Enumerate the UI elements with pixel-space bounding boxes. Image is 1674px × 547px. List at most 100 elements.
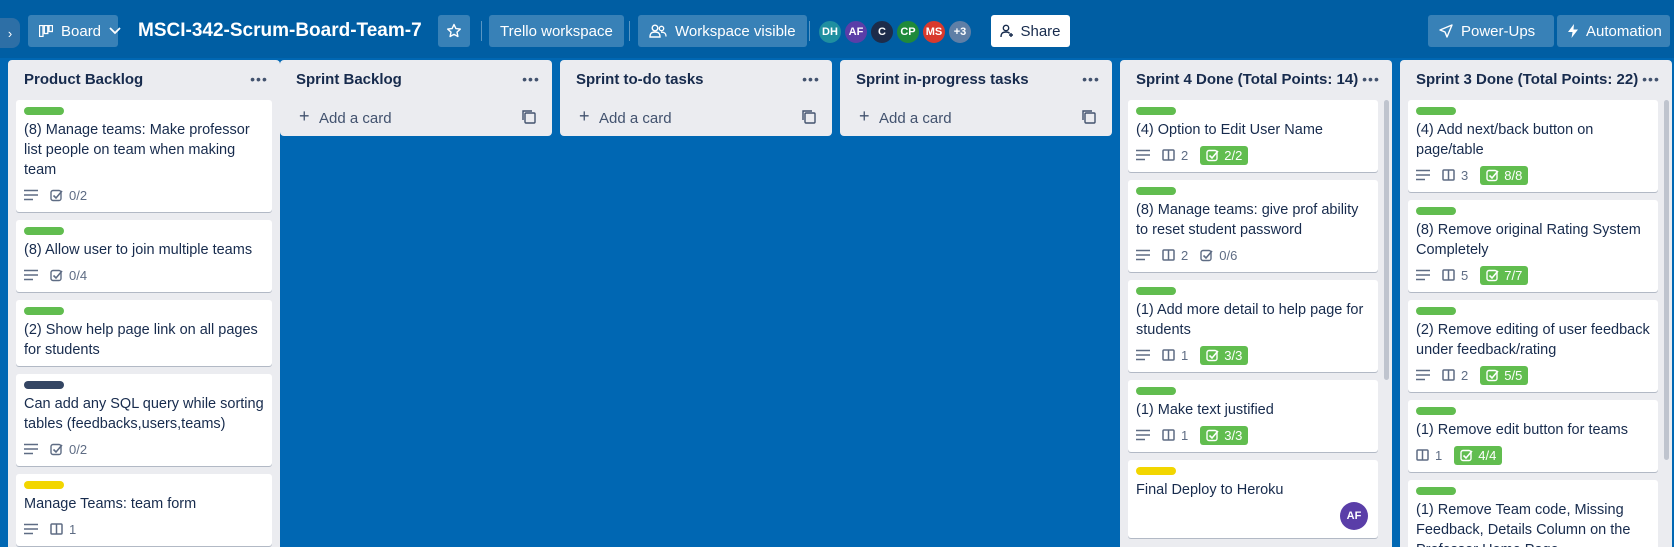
card[interactable]: (1) Make text justified 1 3/3 <box>1128 380 1378 452</box>
card[interactable]: (8) Manage teams: Make professor list pe… <box>16 100 272 212</box>
card-title: (4) Add next/back button on page/table <box>1416 122 1594 158</box>
card[interactable]: (2) Show help page link on all pages for… <box>16 300 272 366</box>
list-menu-button[interactable]: ••• <box>248 68 270 90</box>
card[interactable]: (1) Remove Team code, Missing Feedback, … <box>1408 480 1658 547</box>
list-sprint-4-done: Sprint 4 Done (Total Points: 14) ••• (4)… <box>1120 60 1392 547</box>
card-title: (2) Remove editing of user feedback unde… <box>1416 322 1650 358</box>
card-label[interactable] <box>24 481 64 489</box>
card-title: (4) Option to Edit User Name <box>1136 122 1323 138</box>
card[interactable]: (8) Allow user to join multiple teams 0/… <box>16 220 272 292</box>
share-button[interactable]: Share <box>991 15 1070 47</box>
card-template-icon[interactable] <box>1082 110 1096 128</box>
list-title[interactable]: Sprint 3 Done (Total Points: 22) <box>1416 71 1638 88</box>
card-badges: 2 5/5 <box>1416 364 1650 386</box>
card[interactable]: (8) Manage teams: give prof ability to r… <box>1128 180 1378 272</box>
more-members-button[interactable]: +3 <box>947 19 973 45</box>
header-divider <box>481 21 482 41</box>
card-label[interactable] <box>1136 287 1176 295</box>
attachment-badge: 1 <box>1162 428 1188 443</box>
list-title[interactable]: Sprint to-do tasks <box>576 71 704 88</box>
card-badges: 1 <box>24 518 264 540</box>
add-card-button[interactable]: + Add a card <box>280 100 552 136</box>
card-title: (1) Remove edit button for teams <box>1416 422 1628 438</box>
star-board-button[interactable] <box>438 15 470 47</box>
attachment-badge: 2 <box>1162 248 1188 263</box>
attachment-badge: 2 <box>1162 148 1188 163</box>
power-ups-label: Power-Ups <box>1461 22 1536 40</box>
card[interactable]: (2) Remove editing of user feedback unde… <box>1408 300 1658 392</box>
board-view-switcher[interactable]: Board <box>28 15 121 47</box>
description-icon <box>24 523 38 535</box>
book-icon <box>1162 349 1175 361</box>
member-avatar[interactable]: MS <box>921 19 947 45</box>
description-icon <box>24 269 38 281</box>
list-header: Sprint 4 Done (Total Points: 14) ••• <box>1120 60 1392 100</box>
star-icon <box>447 23 461 38</box>
card-label[interactable] <box>1416 487 1456 495</box>
card-badges: 2 0/6 <box>1136 244 1370 266</box>
card-label[interactable] <box>1416 107 1456 115</box>
card-label[interactable] <box>24 227 64 235</box>
list-menu-button[interactable]: ••• <box>1360 68 1382 90</box>
attachment-badge: 3 <box>1442 168 1468 183</box>
list-menu-button[interactable]: ••• <box>800 68 822 90</box>
list-title[interactable]: Sprint 4 Done (Total Points: 14) <box>1136 71 1358 88</box>
list-menu-button[interactable]: ••• <box>1640 68 1662 90</box>
visibility-label: Workspace visible <box>675 22 796 40</box>
card-title: Final Deploy to Heroku <box>1136 482 1284 498</box>
ellipsis-icon: ••• <box>522 71 540 87</box>
rocket-icon <box>1439 24 1453 38</box>
checkbox-icon <box>1486 169 1499 181</box>
card-label[interactable] <box>24 107 64 115</box>
workspace-button[interactable]: Trello workspace <box>489 15 624 47</box>
add-card-button[interactable]: + Add a card <box>840 100 1112 136</box>
card-label[interactable] <box>1416 307 1456 315</box>
card[interactable]: Manage Teams: team form 1 <box>16 474 272 546</box>
list-title[interactable]: Sprint Backlog <box>296 71 402 88</box>
card-member-avatar[interactable]: AF <box>1340 502 1368 530</box>
card[interactable]: (1) Remove edit button for teams 1 4/4 <box>1408 400 1658 472</box>
card-label[interactable] <box>1416 207 1456 215</box>
card-title: Manage Teams: team form <box>24 496 197 512</box>
automation-button[interactable]: Automation <box>1557 15 1670 47</box>
book-icon <box>1162 429 1175 441</box>
checklist-complete-badge: 7/7 <box>1480 265 1529 285</box>
card-label[interactable] <box>1136 467 1176 475</box>
member-avatar[interactable]: C <box>869 19 895 45</box>
list-sprint-in-progress: Sprint in-progress tasks ••• + Add a car… <box>840 60 1112 136</box>
list-title[interactable]: Product Backlog <box>24 71 143 88</box>
card[interactable]: (4) Option to Edit User Name 2 2/2 <box>1128 100 1378 172</box>
card[interactable]: (1) Add more detail to help page for stu… <box>1128 280 1378 372</box>
list-menu-button[interactable]: ••• <box>520 68 542 90</box>
plus-icon: + <box>859 106 870 126</box>
card[interactable]: (8) Remove original Rating System Comple… <box>1408 200 1658 292</box>
description-icon <box>1136 149 1150 161</box>
card-template-icon[interactable] <box>802 110 816 128</box>
plus-icon: + <box>299 106 310 126</box>
card[interactable]: (4) Add next/back button on page/table 3… <box>1408 100 1658 192</box>
power-ups-button[interactable]: Power-Ups <box>1428 15 1554 47</box>
list-header: Sprint 3 Done (Total Points: 22) ••• <box>1400 60 1672 100</box>
expand-sidebar-button[interactable]: › <box>0 18 20 48</box>
member-avatar[interactable]: AF <box>843 19 869 45</box>
list-menu-button[interactable]: ••• <box>1080 68 1102 90</box>
book-icon <box>1442 369 1455 381</box>
checkbox-icon <box>50 443 63 455</box>
card-template-icon[interactable] <box>522 110 536 128</box>
card-label[interactable] <box>1416 407 1456 415</box>
card-label[interactable] <box>24 381 64 389</box>
visibility-button[interactable]: Workspace visible <box>638 15 807 47</box>
card[interactable]: Final Deploy to Heroku AF <box>1128 460 1378 538</box>
list-title[interactable]: Sprint in-progress tasks <box>856 71 1029 88</box>
card-label[interactable] <box>24 307 64 315</box>
card-label[interactable] <box>1136 187 1176 195</box>
card-label[interactable] <box>1136 387 1176 395</box>
checkbox-icon <box>1206 349 1219 361</box>
add-card-button[interactable]: + Add a card <box>560 100 832 136</box>
people-icon <box>649 24 667 38</box>
member-avatar[interactable]: DH <box>817 19 843 45</box>
card[interactable]: Can add any SQL query while sorting tabl… <box>16 374 272 466</box>
member-avatar[interactable]: CP <box>895 19 921 45</box>
board-title[interactable]: MSCI-342-Scrum-Board-Team-7 <box>138 16 422 46</box>
card-label[interactable] <box>1136 107 1176 115</box>
